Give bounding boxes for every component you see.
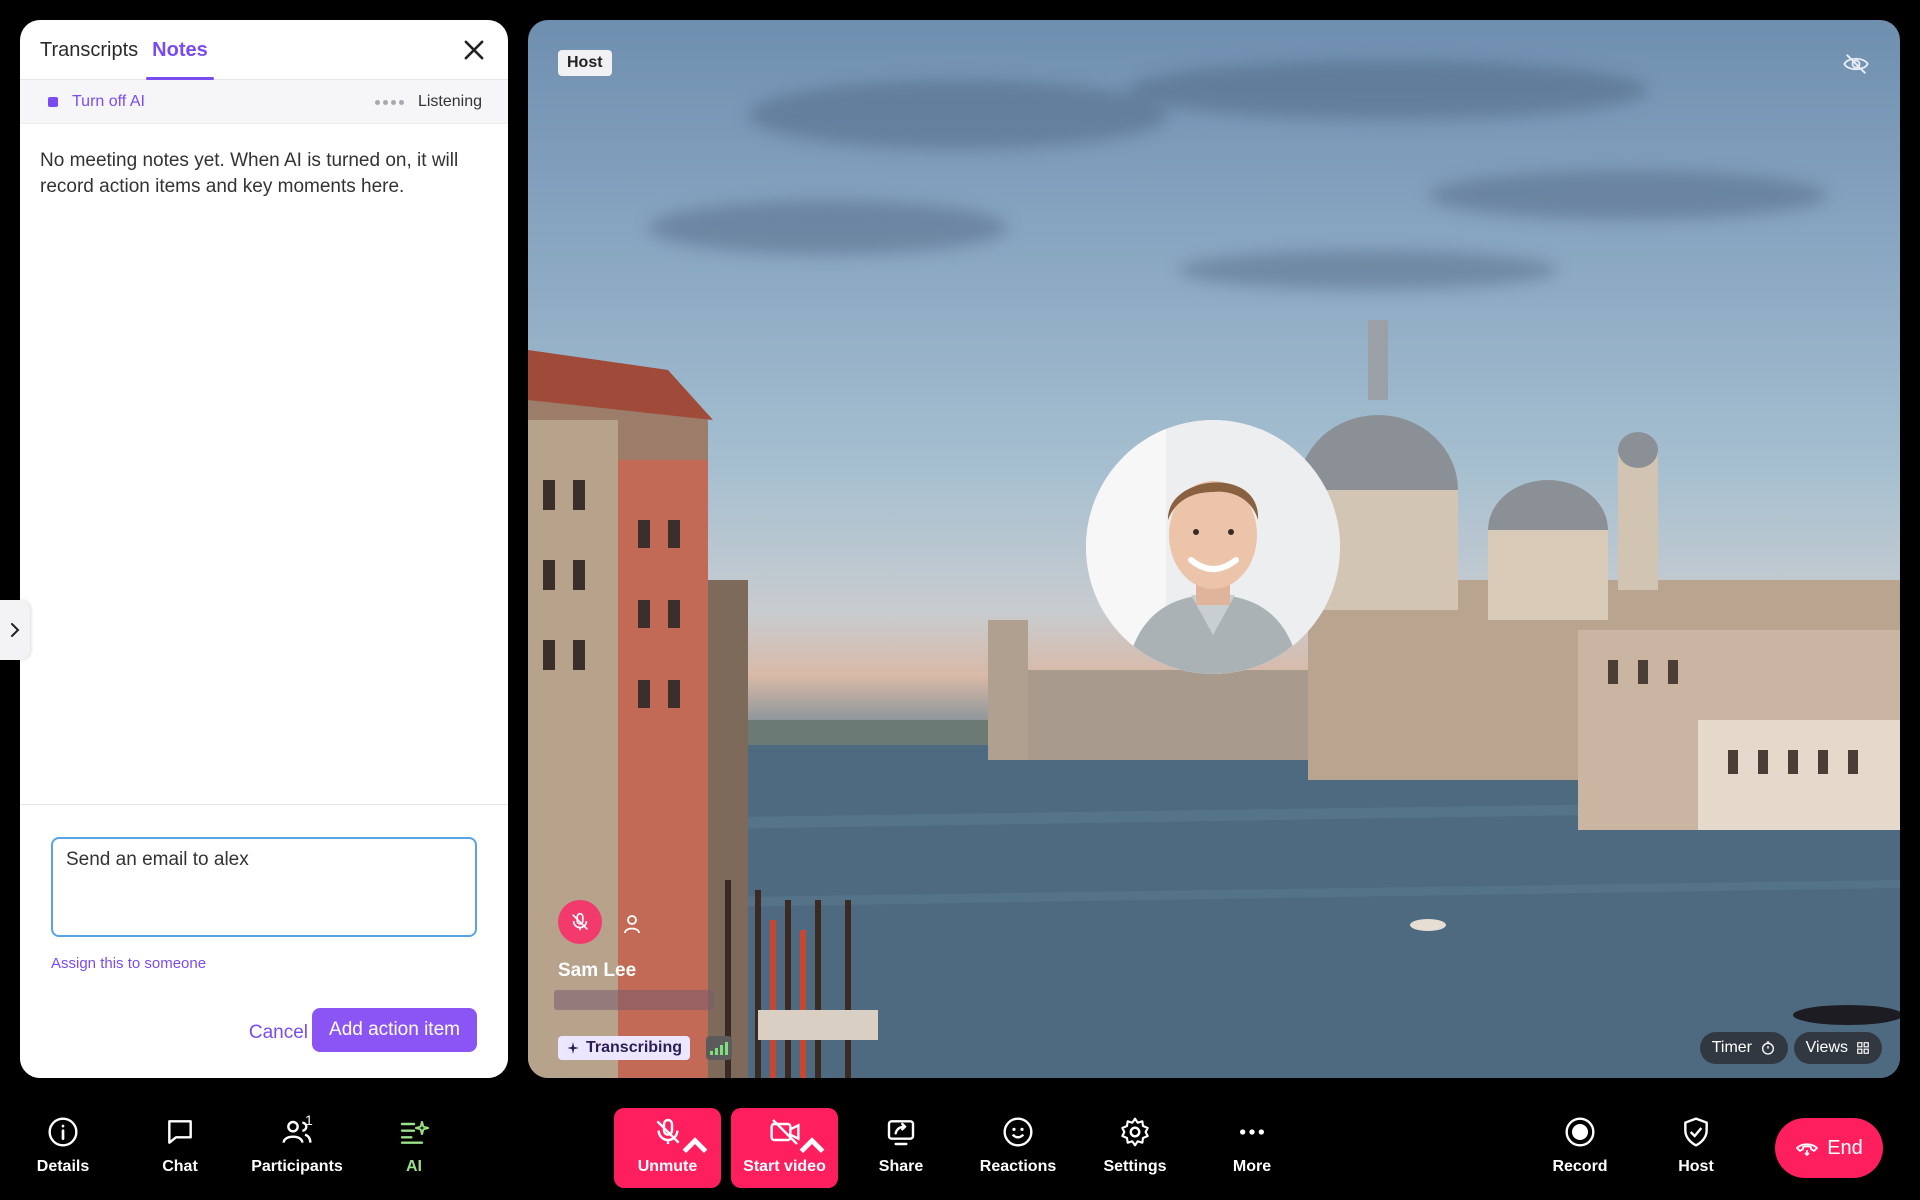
add-action-item-button[interactable]: Add action item: [312, 1008, 477, 1052]
more-label: More: [1232, 1158, 1272, 1175]
chat-button[interactable]: Chat: [125, 1110, 235, 1192]
reactions-label: Reactions: [979, 1158, 1057, 1175]
shield-check-icon: [1684, 1117, 1708, 1147]
share-button[interactable]: Share: [846, 1110, 956, 1192]
end-label: End: [1827, 1136, 1863, 1159]
ai-status-row: Turn off AI Listening: [20, 80, 508, 124]
panel-tabs: Transcripts Notes: [20, 20, 508, 80]
unmute-button[interactable]: Unmute: [614, 1108, 721, 1188]
notes-panel: Transcripts Notes Turn off AI Listening …: [20, 20, 508, 1078]
participants-count: 1: [305, 1112, 313, 1128]
record-button[interactable]: Record: [1525, 1110, 1635, 1192]
participants-label: Participants: [251, 1158, 343, 1175]
chevron-up-icon[interactable]: [796, 1130, 828, 1162]
host-button[interactable]: Host: [1641, 1110, 1751, 1192]
transcribing-label: Transcribing: [586, 1039, 683, 1056]
gear-icon: [1121, 1117, 1149, 1147]
transcribing-badge: Transcribing: [558, 1036, 691, 1060]
person-icon[interactable]: [620, 912, 644, 936]
participant-mic-muted-icon[interactable]: [558, 900, 602, 944]
share-label: Share: [878, 1158, 924, 1175]
action-item-composer: Assign this to someone Cancel Add action…: [20, 804, 508, 1078]
timer-label: Timer: [1711, 1039, 1752, 1056]
participants-button[interactable]: 1 Participants: [242, 1110, 352, 1192]
info-icon: [48, 1117, 78, 1147]
end-call-button[interactable]: End: [1775, 1118, 1883, 1178]
views-button[interactable]: Views: [1793, 1032, 1882, 1064]
host-badge: Host: [558, 50, 612, 76]
record-icon: [1565, 1117, 1595, 1147]
tab-transcripts[interactable]: Transcripts: [34, 20, 144, 80]
ai-label: AI: [406, 1158, 422, 1175]
views-label: Views: [1805, 1039, 1848, 1056]
screen-share-icon: [887, 1120, 915, 1146]
start-video-button[interactable]: Start video: [731, 1108, 838, 1188]
more-dots-icon: [1240, 1129, 1264, 1135]
settings-button[interactable]: Settings: [1080, 1110, 1190, 1192]
more-button[interactable]: More: [1197, 1110, 1307, 1192]
person-photo-icon: [1086, 420, 1340, 674]
meeting-toolbar: Details Chat 1 Participants AI Unmute St…: [0, 1098, 1920, 1200]
ai-button[interactable]: AI: [359, 1110, 469, 1192]
ai-sparkle-list-icon: [400, 1121, 429, 1144]
chevron-up-icon[interactable]: [679, 1130, 711, 1162]
listening-dots-icon: [374, 99, 404, 105]
action-item-input[interactable]: [51, 837, 477, 937]
grid-icon: [1857, 1042, 1869, 1054]
eye-off-icon[interactable]: [1842, 50, 1870, 78]
settings-label: Settings: [1103, 1158, 1167, 1175]
chat-bubble-icon: [168, 1120, 192, 1144]
details-button[interactable]: Details: [8, 1110, 118, 1192]
participant-avatar: [1086, 420, 1340, 674]
participant-name: Sam Lee: [558, 960, 637, 981]
turn-off-ai-button[interactable]: Turn off AI: [72, 93, 145, 111]
participant-subtitle-bar: [554, 990, 714, 1010]
chat-label: Chat: [162, 1158, 198, 1175]
listening-status: Listening: [417, 93, 482, 110]
signal-strength-icon: [706, 1036, 732, 1060]
tab-notes[interactable]: Notes: [146, 20, 214, 80]
expand-panel-handle[interactable]: [0, 600, 30, 660]
empty-notes-message: No meeting notes yet. When AI is turned …: [40, 150, 459, 197]
meeting-app: Transcripts Notes Turn off AI Listening …: [0, 0, 1920, 1200]
reactions-button[interactable]: Reactions: [963, 1110, 1073, 1192]
record-label: Record: [1552, 1158, 1608, 1175]
listening-indicator: Listening: [374, 80, 482, 124]
cancel-button[interactable]: Cancel: [249, 1013, 308, 1053]
assign-someone-link[interactable]: Assign this to someone: [51, 955, 206, 972]
close-icon[interactable]: [460, 36, 488, 64]
video-stage: Host Sam Lee Transcribing Timer Views: [528, 20, 1900, 1078]
phone-hangup-icon: [1796, 1143, 1819, 1157]
timer-button[interactable]: Timer: [1699, 1032, 1788, 1064]
smiley-icon: [1003, 1117, 1033, 1147]
chevron-right-icon: [11, 623, 20, 637]
stop-icon: [48, 96, 58, 107]
details-label: Details: [36, 1158, 90, 1175]
stopwatch-icon: [1762, 1041, 1774, 1055]
host-label: Host: [1678, 1158, 1714, 1175]
sparkle-icon: [567, 1042, 579, 1054]
